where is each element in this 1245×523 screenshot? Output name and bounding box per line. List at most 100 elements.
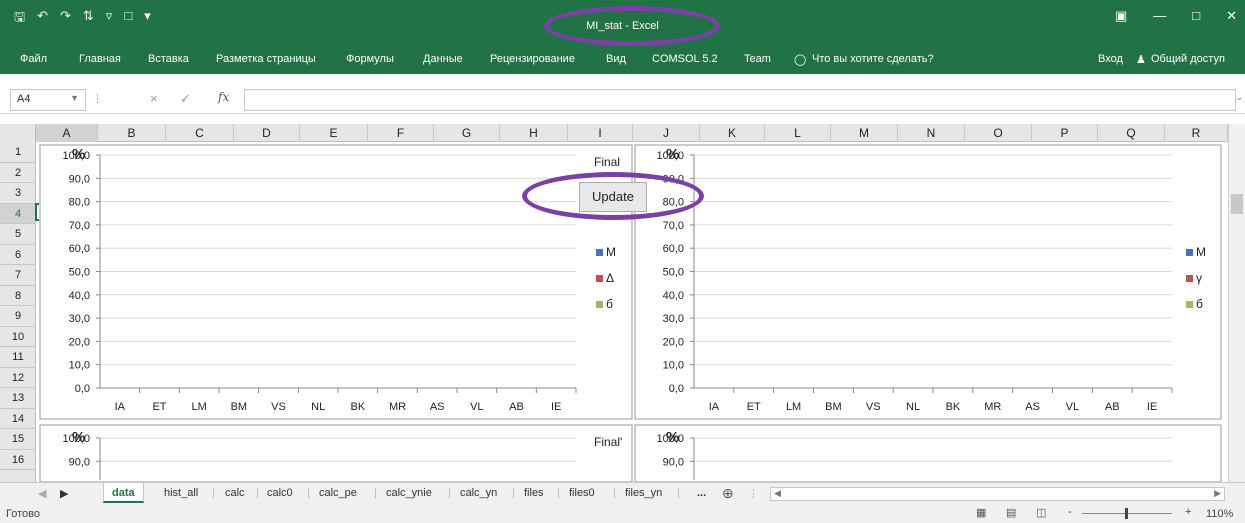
- close-icon[interactable]: ✕: [1226, 8, 1237, 24]
- column-header-j[interactable]: J: [633, 124, 700, 142]
- column-header-b[interactable]: B: [98, 124, 166, 142]
- y-tick-label-1-2: 80,0: [69, 197, 90, 209]
- column-header-d[interactable]: D: [234, 124, 300, 142]
- row-header-12[interactable]: 12: [0, 368, 36, 388]
- column-header-c[interactable]: C: [166, 124, 234, 142]
- column-header-m[interactable]: M: [831, 124, 898, 142]
- minimize-icon[interactable]: —: [1153, 8, 1166, 24]
- row-header-7[interactable]: 7: [0, 265, 36, 286]
- row-header-1[interactable]: 1: [0, 142, 36, 163]
- prev-sheet-icon[interactable]: ◀: [38, 487, 46, 500]
- column-header-q[interactable]: Q: [1098, 124, 1165, 142]
- sheet-tab-calc0[interactable]: calc0: [267, 487, 293, 499]
- next-sheet-icon[interactable]: ▶: [60, 487, 68, 500]
- column-header-l[interactable]: L: [765, 124, 831, 142]
- column-headers: ABCDEFGHIJKLMNOPQR: [0, 124, 1245, 142]
- sheet-tab-calc-ynie[interactable]: calc_ynie: [386, 487, 432, 499]
- column-header-n[interactable]: N: [898, 124, 965, 142]
- fx-icon[interactable]: fx: [218, 90, 229, 104]
- sheet-tab-files0[interactable]: files0: [569, 487, 595, 499]
- column-header-o[interactable]: O: [965, 124, 1032, 142]
- tab-data[interactable]: Данные: [423, 53, 463, 65]
- enter-icon[interactable]: ✓: [180, 91, 191, 107]
- formula-input[interactable]: [244, 89, 1236, 111]
- normal-view-icon[interactable]: ▦: [976, 506, 986, 519]
- expand-formula-icon[interactable]: ⌄: [1235, 92, 1243, 103]
- tab-page-layout[interactable]: Разметка страницы: [216, 53, 316, 65]
- horizontal-scrollbar[interactable]: ◀ ▶: [770, 487, 1225, 501]
- tab-team[interactable]: Team: [744, 53, 771, 65]
- plus-circle-icon[interactable]: ⊕: [722, 485, 734, 502]
- row-header-10[interactable]: 10: [0, 327, 36, 347]
- column-header-g[interactable]: G: [434, 124, 500, 142]
- zoom-level[interactable]: 110%: [1206, 508, 1233, 520]
- y-tick-label-1-9: 10,0: [69, 360, 90, 372]
- y-unit-label-3: %: [72, 429, 85, 446]
- divider-dots-icon[interactable]: ⋮: [748, 487, 759, 500]
- column-header-a[interactable]: A: [36, 124, 98, 142]
- tab-home[interactable]: Главная: [79, 53, 121, 65]
- x-tick-label-1-nl: NL: [311, 401, 325, 413]
- row-header-2[interactable]: 2: [0, 163, 36, 183]
- tab-formulas[interactable]: Формулы: [346, 53, 394, 65]
- x-tick-label-1-lm: LM: [192, 401, 207, 413]
- sheet-tab-files-yn[interactable]: files_yn: [625, 487, 662, 499]
- scroll-right-icon[interactable]: ▶: [1214, 488, 1221, 499]
- select-all-corner[interactable]: [0, 124, 36, 142]
- more-sheets-button[interactable]: ...: [697, 487, 706, 499]
- row-header-8[interactable]: 8: [0, 286, 36, 306]
- update-button[interactable]: Update: [579, 182, 647, 212]
- column-header-p[interactable]: P: [1032, 124, 1098, 142]
- zoom-out-button[interactable]: -: [1068, 506, 1072, 518]
- column-header-r[interactable]: R: [1165, 124, 1228, 142]
- cancel-icon[interactable]: ×: [150, 91, 158, 106]
- sheet-tab-data[interactable]: data: [103, 483, 144, 503]
- tell-me-input[interactable]: Что вы хотите сделать?: [812, 53, 934, 65]
- tab-view[interactable]: Вид: [606, 53, 626, 65]
- vertical-scrollbar[interactable]: [1228, 124, 1245, 482]
- sheet-tab-calc-yn[interactable]: calc_yn: [460, 487, 497, 499]
- x-tick-label-2-ia: IA: [709, 401, 720, 413]
- column-header-h[interactable]: H: [500, 124, 568, 142]
- share-button[interactable]: Общий доступ: [1151, 53, 1225, 65]
- y-tick-label-3-1: 90,0: [69, 456, 90, 468]
- tab-insert[interactable]: Вставка: [148, 53, 189, 65]
- row-header-4[interactable]: 4: [0, 203, 36, 224]
- row-header-15[interactable]: 15: [0, 429, 36, 450]
- row-header-16[interactable]: 16: [0, 450, 36, 470]
- column-header-i[interactable]: I: [568, 124, 633, 142]
- tab-review[interactable]: Рецензирование: [490, 53, 575, 65]
- tab-file[interactable]: Файл: [20, 53, 47, 65]
- chart-area-1: [39, 144, 633, 420]
- row-header-6[interactable]: 6: [0, 245, 36, 265]
- column-header-f[interactable]: F: [368, 124, 434, 142]
- y-tick-label-2-7: 30,0: [663, 313, 684, 325]
- scroll-thumb[interactable]: [1231, 194, 1243, 214]
- maximize-icon[interactable]: □: [1192, 8, 1200, 24]
- column-header-e[interactable]: E: [300, 124, 368, 142]
- chevron-down-icon[interactable]: ▼: [70, 93, 79, 103]
- sheet-tab-hist-all[interactable]: hist_all: [164, 487, 198, 499]
- sheet-tab-calc-pe[interactable]: calc_pe: [319, 487, 357, 499]
- scroll-left-icon[interactable]: ◀: [774, 488, 781, 499]
- sign-in-link[interactable]: Вход: [1098, 53, 1123, 65]
- row-header-14[interactable]: 14: [0, 409, 36, 429]
- sheet-tab-files[interactable]: files: [524, 487, 544, 499]
- row-header-5[interactable]: 5: [0, 224, 36, 245]
- tab-comsol[interactable]: COMSOL 5.2: [652, 53, 718, 65]
- page-layout-icon[interactable]: ▤: [1006, 506, 1016, 519]
- y-tick-label-1-10: 0,0: [75, 383, 90, 395]
- name-box[interactable]: A4 ▼: [10, 89, 86, 111]
- row-header-11[interactable]: 11: [0, 347, 36, 368]
- status-ready: Готово: [6, 508, 40, 520]
- sheet-tab-calc[interactable]: calc: [225, 487, 245, 499]
- zoom-in-button[interactable]: +: [1185, 506, 1191, 518]
- page-break-icon[interactable]: ◫: [1036, 506, 1046, 519]
- user-icon: ♟: [1136, 54, 1146, 66]
- row-header-9[interactable]: 9: [0, 306, 36, 327]
- row-header-3[interactable]: 3: [0, 183, 36, 204]
- column-header-k[interactable]: K: [700, 124, 765, 142]
- ribbon-display-icon[interactable]: ▣: [1115, 8, 1127, 24]
- zoom-slider-thumb[interactable]: [1125, 508, 1128, 519]
- row-header-13[interactable]: 13: [0, 388, 36, 409]
